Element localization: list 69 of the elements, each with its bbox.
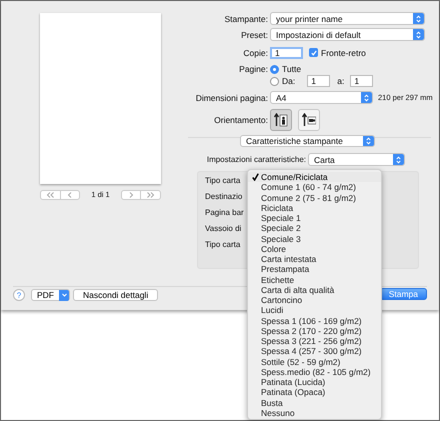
field-label: Vassoio di: [205, 224, 242, 233]
menu-item[interactable]: Spessa 3 (221 - 256 g/m2): [248, 336, 381, 346]
check-icon: [310, 50, 316, 56]
field-label: Impostazioni caratteristiche:: [206, 155, 306, 164]
pdf-button[interactable]: PDF: [31, 289, 70, 301]
hide-details-button[interactable]: Nascondi dettagli: [73, 289, 158, 301]
landscape-orientation-icon: [302, 113, 316, 127]
menu-item[interactable]: Carta di alta qualità: [248, 284, 381, 295]
menu-item[interactable]: Colore: [248, 244, 381, 254]
field-label: Dimensioni pagina:: [194, 92, 268, 102]
checkbox-label: Fronte-retro: [321, 48, 366, 58]
next-page-icon: [128, 192, 134, 198]
copies-field[interactable]: 1: [270, 46, 303, 58]
field-label: Destinazio: [205, 192, 242, 202]
field-label: Pagine:: [238, 64, 268, 74]
preset-popup[interactable]: Impostazioni di default: [270, 28, 425, 41]
radio-button[interactable]: [270, 64, 279, 74]
field-label: Orientamento:: [213, 115, 268, 125]
field-label: Preset:: [240, 30, 268, 40]
menu-item[interactable]: Prestampata: [248, 264, 381, 274]
radio-label: Tutte: [282, 64, 302, 74]
radio-button[interactable]: [270, 76, 279, 86]
orientation-button[interactable]: [298, 109, 320, 131]
to-page-field[interactable]: 1: [350, 75, 374, 87]
menu-item[interactable]: Comune/Riciclata: [248, 172, 381, 182]
menu-item[interactable]: Sottile (52 - 59 g/m2): [248, 356, 381, 367]
menu-item[interactable]: Lucidi: [248, 305, 381, 316]
printer-popup[interactable]: your printer name: [270, 12, 425, 25]
chevron-icon: [396, 156, 401, 164]
menu-item[interactable]: Patinata (Lucida): [248, 377, 381, 388]
menu-item[interactable]: Riciclata: [248, 202, 381, 213]
menu-item[interactable]: Spessa 4 (257 - 300 g/m2): [248, 346, 381, 356]
field-label: Stampante:: [224, 14, 268, 24]
menu-item[interactable]: Speciale 3: [248, 234, 381, 244]
from-page-field[interactable]: 1: [307, 75, 330, 87]
chevron-icon: [366, 137, 371, 145]
previous-page-icon: [66, 192, 73, 198]
menu-item[interactable]: Busta: [248, 398, 381, 408]
field-label: a:: [337, 76, 344, 86]
last-page-icon: [146, 192, 156, 198]
field-label: Tipo carta: [205, 176, 240, 186]
checkbox[interactable]: [309, 48, 318, 57]
orientation-button[interactable]: [270, 109, 292, 131]
section-popup[interactable]: Caratteristiche stampante: [240, 135, 375, 147]
first-page-icon: [46, 192, 55, 198]
menu-item[interactable]: Patinata (Opaca): [248, 387, 381, 398]
page-size-popup[interactable]: A4: [270, 91, 373, 104]
feature-set-popup[interactable]: Carta: [308, 153, 405, 166]
menu-item[interactable]: Carta intestata: [248, 254, 381, 264]
chevron-icon: [416, 14, 421, 22]
field-label: Pagina bar: [205, 208, 244, 217]
chevron-icon: [364, 94, 369, 102]
menu-item[interactable]: Etichette: [248, 274, 381, 285]
caret-icon: [62, 293, 66, 297]
menu-item[interactable]: Nessuno: [248, 408, 381, 418]
check-icon: [252, 173, 259, 181]
menu-item[interactable]: Comune 1 (60 - 74 g/m2): [248, 182, 381, 192]
menu-item[interactable]: Speciale 2: [248, 223, 381, 234]
chevron-icon: [416, 30, 421, 38]
field-label: Tipo carta: [205, 240, 240, 249]
menu-item[interactable]: Comune 2 (75 - 81 g/m2): [248, 192, 381, 203]
menu-item[interactable]: Spessa 1 (106 - 169 g/m2): [248, 316, 381, 326]
portrait-orientation-icon: [274, 113, 288, 127]
menu-item[interactable]: Spess.medio (82 - 105 g/m2): [248, 366, 381, 377]
field-label: Copie:: [242, 48, 268, 58]
radio-label: Da:: [282, 76, 296, 86]
menu-item[interactable]: Spessa 2 (170 - 220 g/m2): [248, 326, 381, 336]
menu-item[interactable]: Cartoncino: [248, 295, 381, 306]
menu-item[interactable]: Speciale 1: [248, 213, 381, 224]
